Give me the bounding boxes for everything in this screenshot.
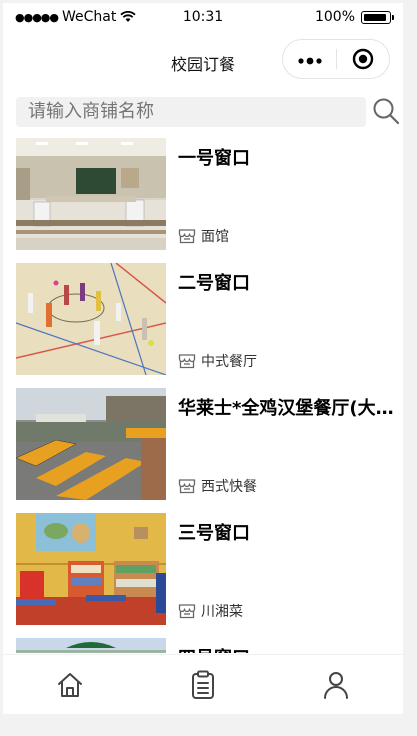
search-input[interactable] (16, 97, 366, 127)
store-icon (178, 479, 196, 494)
shop-name: 四号窗口 (178, 644, 394, 653)
shop-list: 一号窗口 面馆 二号窗口 中式餐厅 华莱士*全鸡汉堡餐厅(大学 西式快餐 三号窗… (3, 138, 403, 653)
shop-category: 川湘菜 (178, 601, 243, 621)
shop-photo-kids-room (16, 513, 166, 625)
shop-category-label: 西式快餐 (201, 479, 257, 495)
shop-card[interactable]: 一号窗口 面馆 (16, 138, 396, 250)
search-icon[interactable] (372, 97, 400, 125)
tab-home[interactable] (40, 655, 100, 714)
shop-category-label: 面馆 (201, 229, 229, 245)
nav-bar: 校园订餐 (3, 31, 403, 89)
clipboard-icon (191, 670, 214, 699)
shop-category: 面馆 (178, 226, 229, 246)
status-right: 100% (314, 9, 394, 25)
more-dots-icon[interactable] (283, 49, 336, 69)
shop-name: 一号窗口 (178, 148, 250, 169)
shop-category: 西式快餐 (178, 476, 257, 496)
search-bar (16, 97, 401, 131)
store-icon (178, 229, 196, 244)
shop-category-label: 川湘菜 (201, 604, 243, 620)
tab-bar (3, 654, 403, 714)
shop-name: 华莱士*全鸡汉堡餐厅(大学城店) (178, 398, 394, 419)
shop-name: 三号窗口 (178, 523, 250, 544)
target-glyph (352, 48, 374, 70)
tab-profile[interactable] (306, 655, 366, 714)
store-icon (178, 604, 196, 619)
home-icon (57, 673, 82, 697)
shop-name: 二号窗口 (178, 273, 250, 294)
shop-category-label: 中式餐厅 (201, 354, 257, 370)
battery-icon (361, 10, 394, 24)
target-close-icon[interactable] (337, 48, 389, 70)
shop-card[interactable]: 三号窗口 川湘菜 (16, 513, 396, 625)
shop-card[interactable]: 二号窗口 中式餐厅 (16, 263, 396, 375)
store-icon (178, 354, 196, 369)
shop-photo-buses (16, 388, 166, 500)
shop-photo-classroom (16, 138, 166, 250)
shop-photo-gym (16, 263, 166, 375)
shop-card[interactable]: 华莱士*全鸡汉堡餐厅(大学城店) 西式快餐 (16, 388, 396, 500)
shop-photo-umbrella (16, 638, 166, 653)
shop-card[interactable]: 四号窗口 (16, 638, 396, 653)
menu-capsule (282, 39, 390, 79)
tab-orders[interactable] (173, 655, 233, 714)
user-icon (324, 672, 349, 699)
phone-screen: ●●●●● WeChat 10:31 100% 校园订餐 请输入商铺名称 一号窗… (3, 3, 403, 714)
shop-category: 中式餐厅 (178, 351, 257, 371)
more-dots-glyph (297, 57, 322, 65)
battery-percent: 100% (314, 9, 355, 25)
status-bar: ●●●●● WeChat 10:31 100% (3, 3, 403, 31)
